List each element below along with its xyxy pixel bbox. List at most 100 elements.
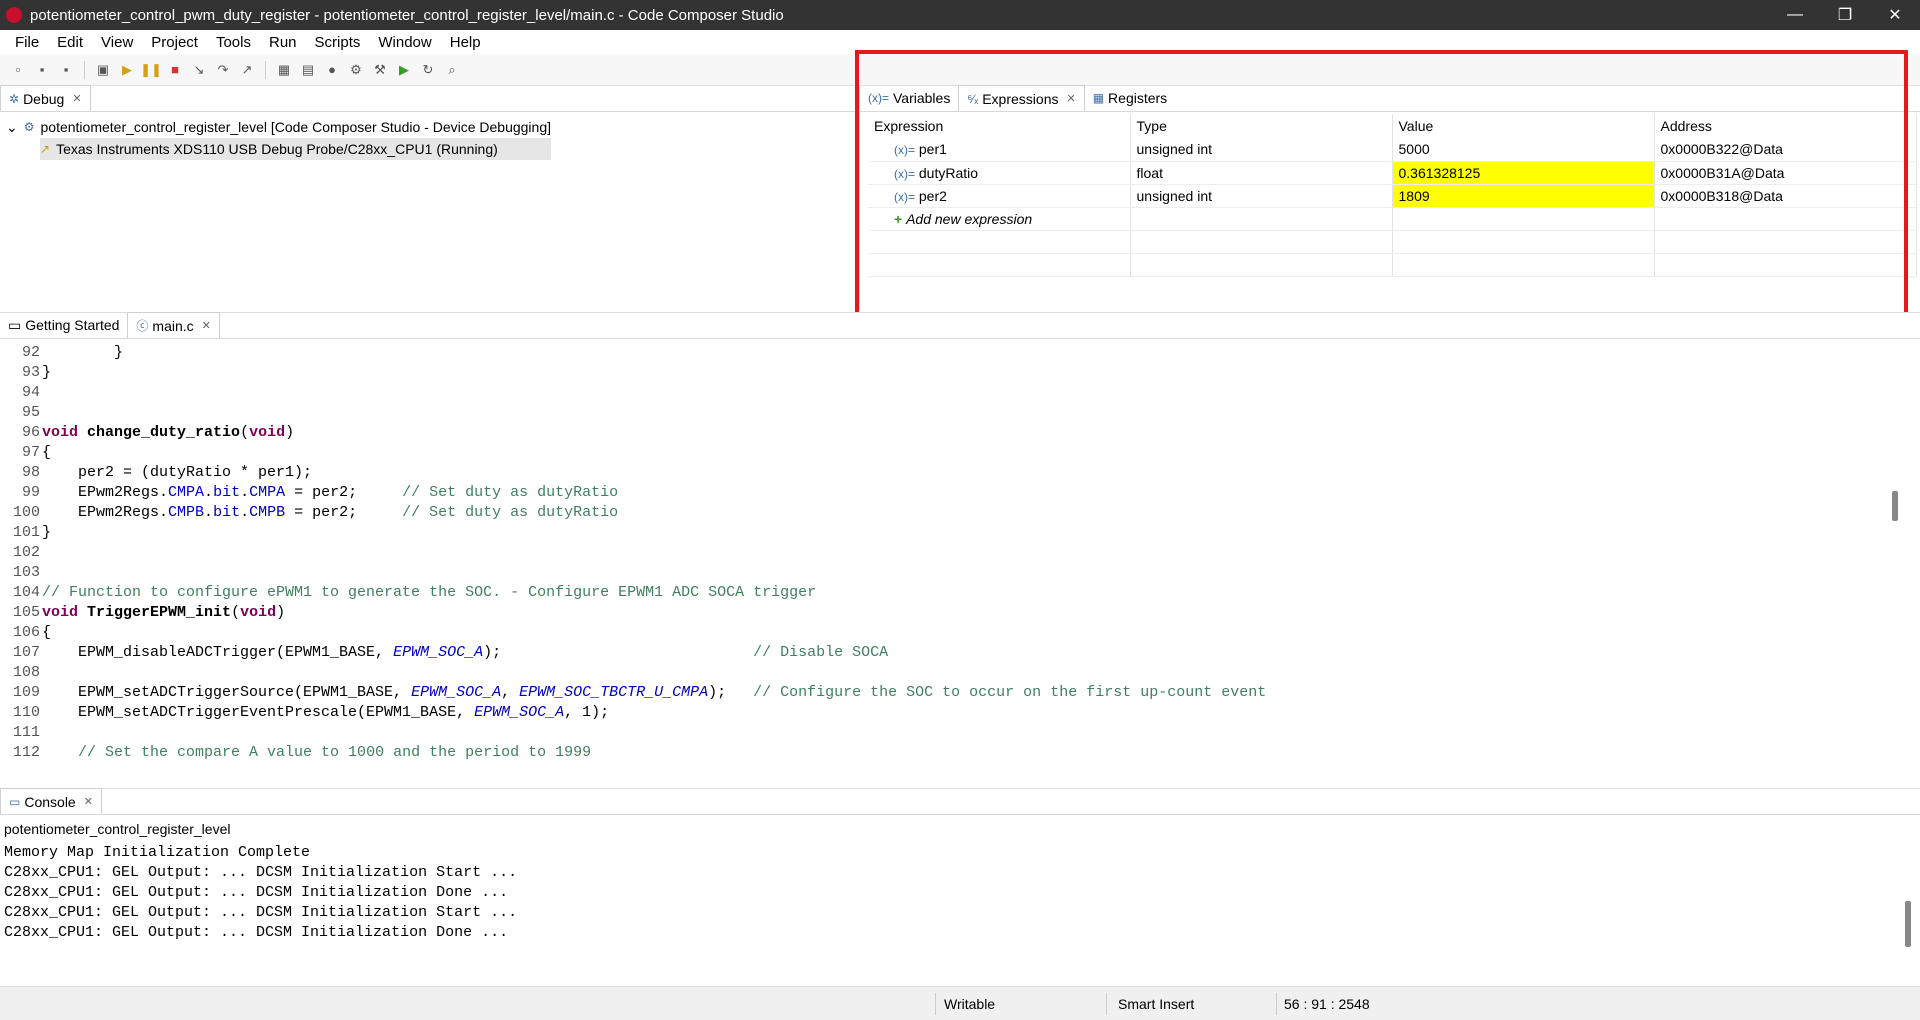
menu-scripts[interactable]: Scripts: [306, 34, 370, 51]
line-number: 109: [12, 684, 40, 701]
line-number: 106: [12, 624, 40, 641]
code-text: // Function to configure ePWM1 to genera…: [42, 584, 817, 601]
code-line[interactable]: 105 void TriggerEPWM_init(void): [0, 603, 1890, 623]
menu-view[interactable]: View: [92, 34, 142, 51]
breakpoint-icon[interactable]: ●: [322, 60, 342, 80]
menu-tools[interactable]: Tools: [207, 34, 260, 51]
line-number: 98: [21, 464, 40, 481]
tree-item-probe[interactable]: ↗ Texas Instruments XDS110 USB Debug Pro…: [40, 138, 552, 160]
code-line[interactable]: 112 // Set the compare A value to 1000 a…: [0, 743, 1890, 763]
save-all-icon[interactable]: ▪: [56, 60, 76, 80]
debug-icon[interactable]: ▣: [93, 60, 113, 80]
chevron-down-icon[interactable]: ⌄: [6, 119, 18, 136]
new-icon[interactable]: ▫: [8, 60, 28, 80]
code-line[interactable]: 111: [0, 723, 1890, 743]
code-editor[interactable]: 92 } 93} 94 95 96 void change_duty_ratio(void…: [0, 343, 1890, 763]
code-line[interactable]: 101}: [0, 523, 1890, 543]
code-line[interactable]: 102: [0, 543, 1890, 563]
minimize-button[interactable]: —: [1770, 0, 1820, 30]
line-number: 111: [12, 724, 40, 741]
suspend-icon[interactable]: ❚❚: [140, 60, 162, 80]
menu-edit[interactable]: Edit: [48, 34, 92, 51]
registers-icon[interactable]: ▤: [298, 60, 318, 80]
tree-item-label: Texas Instruments XDS110 USB Debug Probe…: [56, 141, 498, 157]
code-text: EPwm2Regs.CMPB.bit.CMPB = per2; // Set d…: [42, 504, 619, 521]
code-line[interactable]: 99 EPwm2Regs.CMPA.bit.CMPA = per2; // Se…: [0, 483, 1890, 503]
code-line[interactable]: 110 EPWM_setADCTriggerEventPrescale(EPWM…: [0, 703, 1890, 723]
line-number: 107: [12, 644, 40, 661]
save-icon[interactable]: ▪: [32, 60, 52, 80]
close-icon[interactable]: ✕: [84, 795, 93, 808]
step-return-icon[interactable]: ↗: [237, 60, 257, 80]
memory-browser-icon[interactable]: ▦: [274, 60, 294, 80]
resume-icon[interactable]: ▶: [117, 60, 137, 80]
console-project-name: potentiometer_control_register_level: [4, 821, 231, 837]
title-bar: potentiometer_control_pwm_duty_register …: [0, 0, 1920, 30]
step-into-icon[interactable]: ↘: [189, 60, 209, 80]
tab-debug[interactable]: ✲ Debug ✕: [0, 85, 91, 111]
code-line[interactable]: 106{: [0, 623, 1890, 643]
line-number: 112: [12, 744, 40, 761]
search-icon[interactable]: ⌕: [442, 60, 462, 80]
console-line: C28xx_CPU1: GEL Output: ... DCSM Initial…: [4, 904, 518, 921]
console-icon: ▭: [9, 794, 21, 809]
code-line[interactable]: 107 EPWM_disableADCTrigger(EPWM1_BASE, E…: [0, 643, 1890, 663]
tab-main-c[interactable]: ⓒ main.c ✕: [127, 312, 220, 338]
console-output: Memory Map Initialization Complete C28xx…: [4, 843, 517, 943]
console-scrollbar[interactable]: [1905, 901, 1911, 947]
menu-project[interactable]: Project: [142, 34, 207, 51]
tab-getting-started[interactable]: ▭ Getting Started: [0, 312, 127, 338]
close-icon[interactable]: ✕: [202, 319, 211, 332]
editor-scrollbar[interactable]: [1892, 491, 1898, 521]
status-separator: [935, 993, 936, 1015]
code-text: EPWM_disableADCTrigger(EPWM1_BASE, EPWM_…: [42, 644, 889, 661]
refresh-icon[interactable]: ↻: [418, 60, 438, 80]
code-line[interactable]: 98 per2 = (dutyRatio * per1);: [0, 463, 1890, 483]
maximize-button[interactable]: ❐: [1820, 0, 1870, 30]
line-number: 95: [21, 404, 40, 421]
run-icon[interactable]: ▶: [394, 60, 414, 80]
step-over-icon[interactable]: ↷: [213, 60, 233, 80]
code-line[interactable]: 104// Function to configure ePWM1 to gen…: [0, 583, 1890, 603]
toolbar-separator: [265, 60, 266, 79]
status-separator: [1106, 993, 1107, 1015]
code-line[interactable]: 108: [0, 663, 1890, 683]
code-line[interactable]: 109 EPWM_setADCTriggerSource(EPWM1_BASE,…: [0, 683, 1890, 703]
c-file-icon: ⓒ: [136, 319, 149, 333]
gear-icon[interactable]: ⚙: [346, 60, 366, 80]
tree-item-project[interactable]: ⌄ ⚙ potentiometer_control_register_level…: [6, 116, 551, 138]
code-line[interactable]: 92 }: [0, 343, 1890, 363]
console-line: C28xx_CPU1: GEL Output: ... DCSM Initial…: [4, 884, 509, 901]
code-line[interactable]: 95: [0, 403, 1890, 423]
code-text: }: [42, 344, 124, 361]
menu-help[interactable]: Help: [441, 34, 490, 51]
code-text: // Set the compare A value to 1000 and t…: [78, 744, 592, 761]
tab-console[interactable]: ▭ Console ✕: [0, 788, 102, 814]
code-line[interactable]: 100 EPwm2Regs.CMPB.bit.CMPB = per2; // S…: [0, 503, 1890, 523]
code-line[interactable]: 93}: [0, 363, 1890, 383]
close-icon[interactable]: ✕: [72, 92, 81, 105]
menu-file[interactable]: File: [6, 34, 48, 51]
code-line[interactable]: 96 void change_duty_ratio(void): [0, 423, 1890, 443]
close-button[interactable]: ✕: [1870, 0, 1920, 30]
line-number: 104: [12, 584, 40, 601]
tab-label: Getting Started: [25, 317, 120, 333]
menu-window[interactable]: Window: [369, 34, 440, 51]
code-text: {: [42, 624, 52, 641]
build-icon[interactable]: ⚒: [370, 60, 390, 80]
code-line[interactable]: 94: [0, 383, 1890, 403]
code-text: EPWM_setADCTriggerSource(EPWM1_BASE, EPW…: [42, 684, 1267, 701]
terminate-icon[interactable]: ■: [165, 60, 185, 80]
code-line[interactable]: 103: [0, 563, 1890, 583]
code-text: per2 = (dutyRatio * per1);: [42, 464, 313, 481]
tree-item-label: potentiometer_control_register_level [Co…: [40, 119, 552, 135]
line-number: 99: [21, 484, 40, 501]
code-line[interactable]: 97{: [0, 443, 1890, 463]
line-number: 100: [12, 504, 40, 521]
console-line: Memory Map Initialization Complete: [4, 844, 311, 861]
status-bar: Writable Smart Insert 56 : 91 : 2548: [0, 986, 1920, 1020]
debug-session-icon: ⚙: [23, 120, 35, 134]
menu-run[interactable]: Run: [260, 34, 306, 51]
debug-tree: ⌄ ⚙ potentiometer_control_register_level…: [6, 116, 552, 160]
code-text: EPWM_setADCTriggerEventPrescale(EPWM1_BA…: [42, 704, 610, 721]
